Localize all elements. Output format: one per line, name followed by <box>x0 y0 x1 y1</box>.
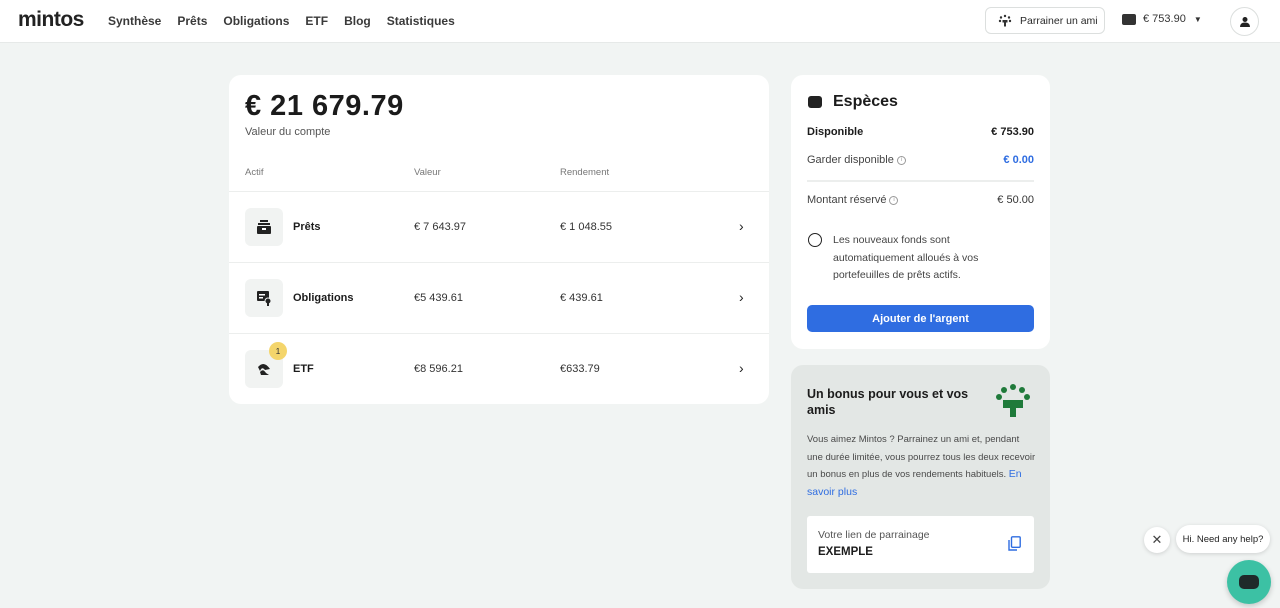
etf-icon: 1 <box>245 342 287 388</box>
reserved-label: Montant réservé <box>807 194 887 206</box>
chevron-right-icon: › <box>739 289 744 305</box>
wallet-amount: € 753.90 <box>1143 13 1186 25</box>
nav-synthese[interactable]: Synthèse <box>108 14 161 28</box>
keep-available-label: Garder disponible <box>807 154 894 166</box>
chevron-right-icon: › <box>739 218 744 234</box>
chevron-right-icon: › <box>739 360 744 376</box>
wallet-icon <box>1122 13 1136 25</box>
user-avatar-button[interactable] <box>1230 7 1259 36</box>
asset-name: Obligations <box>293 292 354 304</box>
column-header-actif: Actif <box>245 167 264 178</box>
info-icon[interactable]: i <box>889 195 899 205</box>
referral-link-box: Votre lien de parrainage EXEMPLE <box>807 516 1034 573</box>
reserved-label-wrap: Montant réservé i <box>807 194 899 206</box>
cash-card: Espèces Disponible € 753.90 Garder dispo… <box>791 75 1050 349</box>
wallet-dropdown[interactable]: € 753.90 ▼ <box>1122 13 1202 25</box>
available-line: Disponible € 753.90 <box>807 126 1034 138</box>
keep-available-value[interactable]: € 0.00 <box>1003 154 1034 166</box>
keep-available-label-wrap: Garder disponible i <box>807 154 906 166</box>
asset-value: € 7 643.97 <box>414 221 466 233</box>
auto-allocation-note: Les nouveaux fonds sont automatiquement … <box>833 234 979 281</box>
asset-return: € 1 048.55 <box>560 221 612 233</box>
info-icon[interactable]: i <box>896 155 906 165</box>
user-icon <box>1239 16 1250 27</box>
account-value-label: Valeur du compte <box>245 126 331 138</box>
referral-bonus-card: Un bonus pour vous et vos amis Vous aime… <box>791 365 1050 589</box>
nav-obligations[interactable]: Obligations <box>223 14 289 28</box>
bonus-title: Un bonus pour vous et vos amis <box>807 387 969 417</box>
account-value-card: € 21 679.79 Valeur du compte Actif Valeu… <box>229 75 769 404</box>
reserved-line: Montant réservé i € 50.00 <box>807 194 1034 206</box>
caret-down-icon: ▼ <box>1193 14 1202 24</box>
nav-blog[interactable]: Blog <box>344 14 371 28</box>
cash-title: Espèces <box>833 93 898 110</box>
add-money-button[interactable]: Ajouter de l'argent <box>807 305 1034 332</box>
referral-icon <box>998 14 1012 26</box>
asset-name: ETF <box>293 363 314 375</box>
notification-badge: 1 <box>269 342 287 360</box>
nav-statistiques[interactable]: Statistiques <box>387 14 455 28</box>
asset-return: € 439.61 <box>560 292 603 304</box>
bonus-text: Vous aimez Mintos ? Parrainez un ami et,… <box>807 434 1036 480</box>
asset-name: Prêts <box>293 221 321 233</box>
loans-icon <box>245 208 283 246</box>
column-header-valeur: Valeur <box>414 167 441 178</box>
referral-code: EXEMPLE <box>818 546 873 558</box>
bonus-description: Vous aimez Mintos ? Parrainez un ami et,… <box>807 431 1037 501</box>
auto-invest-icon <box>808 233 822 247</box>
divider <box>807 180 1034 182</box>
asset-row-etf[interactable]: 1 ETF €8 596.21 €633.79 › <box>229 333 769 404</box>
account-value: € 21 679.79 <box>245 90 404 122</box>
asset-return: €633.79 <box>560 363 600 375</box>
referral-illustration-icon <box>996 384 1030 417</box>
main-nav: Synthèse Prêts Obligations ETF Blog Stat… <box>108 14 471 28</box>
asset-row-prets[interactable]: Prêts € 7 643.97 € 1 048.55 › <box>229 191 769 262</box>
asset-row-obligations[interactable]: Obligations €5 439.61 € 439.61 › <box>229 262 769 333</box>
copy-icon[interactable] <box>1008 536 1021 551</box>
asset-value: €5 439.61 <box>414 292 463 304</box>
refer-friend-button[interactable]: Parrainer un ami <box>985 7 1105 34</box>
referral-link-label: Votre lien de parrainage <box>818 529 930 541</box>
chat-greeting-bubble[interactable]: Hi. Need any help? <box>1176 525 1270 553</box>
available-value: € 753.90 <box>991 126 1034 138</box>
available-label: Disponible <box>807 126 864 138</box>
bonds-icon <box>245 279 283 317</box>
chat-icon <box>1239 575 1259 589</box>
reserved-value: € 50.00 <box>997 194 1034 206</box>
keep-available-line: Garder disponible i € 0.00 <box>807 154 1034 166</box>
refer-friend-label: Parrainer un ami <box>1020 14 1098 27</box>
column-header-rendement: Rendement <box>560 167 610 178</box>
wallet-icon <box>808 96 822 108</box>
chat-launcher-button[interactable] <box>1227 560 1271 604</box>
chat-close-button[interactable]: ✕ <box>1144 527 1170 553</box>
top-header: mintos Synthèse Prêts Obligations ETF Bl… <box>0 0 1280 43</box>
asset-value: €8 596.21 <box>414 363 463 375</box>
mintos-logo[interactable]: mintos <box>18 8 84 32</box>
nav-prets[interactable]: Prêts <box>177 14 207 28</box>
nav-etf[interactable]: ETF <box>305 14 328 28</box>
